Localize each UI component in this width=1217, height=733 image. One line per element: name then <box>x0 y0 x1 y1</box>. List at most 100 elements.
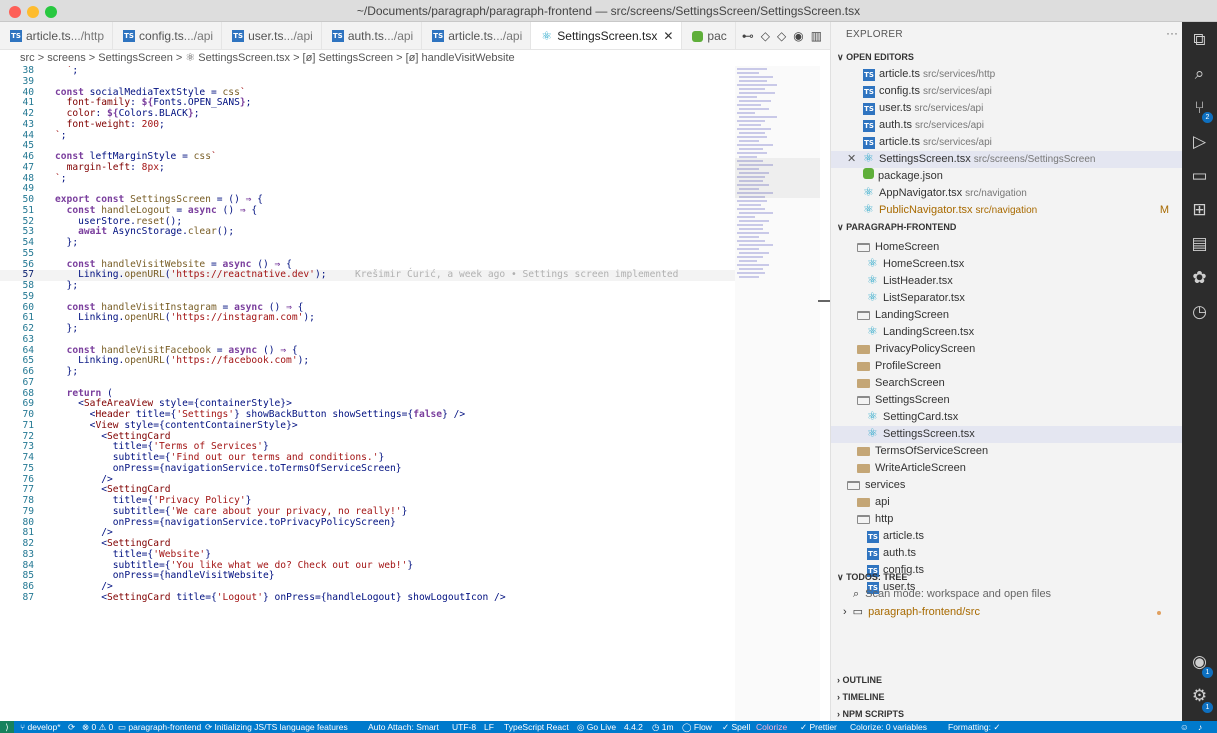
file-tree-item[interactable]: ⚛ SettingCard.tsx <box>831 409 1182 426</box>
open-editor-item[interactable]: TS config.ts src/services/api <box>831 83 1182 100</box>
editor-tab[interactable]: TS config.ts .../api <box>113 22 223 49</box>
breadcrumb[interactable]: src > screens > SettingsScreen > ⚛ Setti… <box>0 50 830 66</box>
file-tree-item[interactable]: http <box>831 511 1182 528</box>
timeline-icon[interactable]: ◷ <box>1182 302 1217 322</box>
open-editor-item[interactable]: ⚛ SettingsScreen.tsx src/screens/SettingsS… <box>831 151 1182 168</box>
go-live-button[interactable]: ◎ Go Live <box>577 721 616 733</box>
file-tree-item[interactable]: TS auth.ts <box>831 545 1182 562</box>
todos-root-item[interactable]: › ▭ paragraph-frontend/src <box>831 604 1182 621</box>
manage-gear-icon[interactable]: ⚙ <box>1182 686 1217 706</box>
sync-button[interactable]: ⟳ <box>68 721 75 733</box>
feedback-icon[interactable]: ☺ <box>1180 721 1189 733</box>
file-tree-item[interactable]: services <box>831 477 1182 494</box>
code-line[interactable]: 53 await AsyncStorage.clear(); <box>0 226 735 238</box>
file-tree-item[interactable]: ⚛ LandingScreen.tsx <box>831 324 1182 341</box>
typescript-version[interactable]: 4.4.2 <box>624 721 643 733</box>
git-branch[interactable]: ⑂ develop* <box>20 721 61 733</box>
split-editor-icon[interactable]: ▥ <box>811 29 822 43</box>
time-tracker[interactable]: ◷ 1m <box>652 721 674 733</box>
editor-tab[interactable]: pac <box>682 22 736 49</box>
colorize-variables-status[interactable]: Colorize: 0 variables <box>850 721 927 733</box>
todos-header[interactable]: ∨ TODOS: TREE <box>831 569 1182 585</box>
file-tree-item[interactable]: TermsOfServiceScreen <box>831 443 1182 460</box>
npm-scripts-header[interactable]: › NPM SCRIPTS <box>831 706 1182 721</box>
file-tree-item[interactable]: PrivacyPolicyScreen <box>831 341 1182 358</box>
code-line[interactable]: 62 }; <box>0 323 735 335</box>
code-editor[interactable]: 38 `; 39 40 const socialMediaTextStyle = cs… <box>0 66 735 721</box>
problems-indicator[interactable]: ⊗ 0 ⚠ 0 <box>82 721 113 733</box>
code-line[interactable]: 66 }; <box>0 366 735 378</box>
editor-tab[interactable]: TS article.ts .../api <box>422 22 532 49</box>
flow-status[interactable]: ◯ Flow <box>682 721 712 733</box>
open-editor-item[interactable]: ⚛ AppNavigator.tsx src/navigation <box>831 185 1182 202</box>
open-editor-item[interactable]: TS user.ts src/services/api <box>831 100 1182 117</box>
open-editor-item[interactable]: TS article.ts src/services/http <box>831 66 1182 83</box>
code-line[interactable]: 48 `; <box>0 173 735 185</box>
next-change-icon[interactable]: ◇ <box>777 29 786 43</box>
prettier-status[interactable]: ✓ Prettier <box>800 721 837 733</box>
file-tree-item[interactable]: ⚛ ListSeparator.tsx <box>831 290 1182 307</box>
paw-icon[interactable]: ✿ <box>1182 268 1217 288</box>
explorer-more-actions-icon[interactable]: ··· <box>1166 26 1178 40</box>
code-line[interactable]: 57 Linking.openURL('https://reactnative.… <box>0 269 735 281</box>
code-line[interactable]: 38 `; <box>0 66 735 77</box>
code-line[interactable]: 44 `; <box>0 130 735 142</box>
file-tree-item[interactable]: ⚛ SettingsScreen.tsx <box>831 426 1182 443</box>
minimap[interactable] <box>735 66 820 721</box>
file-tree-item[interactable]: api <box>831 494 1182 511</box>
colorize-status[interactable]: Colorize <box>756 721 787 733</box>
file-tree-item[interactable]: ⚛ ListHeader.tsx <box>831 273 1182 290</box>
file-tree-item[interactable]: HomeScreen <box>831 239 1182 256</box>
language-mode[interactable]: TypeScript React <box>504 721 569 733</box>
notifications-icon[interactable]: ♪ <box>1198 721 1202 733</box>
code-line[interactable]: 61 Linking.openURL('https://instagram.co… <box>0 312 735 324</box>
code-line[interactable]: 54 }; <box>0 237 735 249</box>
eol-status[interactable]: LF <box>484 721 494 733</box>
compare-changes-icon[interactable]: ⊷ <box>742 29 754 43</box>
formatting-status[interactable]: Formatting: ✓ <box>948 721 1000 733</box>
code-line[interactable]: 67 <box>0 377 735 389</box>
extensions-icon[interactable]: ⊞ <box>1182 200 1217 220</box>
open-changes-icon[interactable]: ◉ <box>793 29 803 43</box>
code-line[interactable]: 75 onPress={navigationService.toTermsOfS… <box>0 463 735 475</box>
open-editor-item[interactable]: package.json <box>831 168 1182 185</box>
code-line[interactable]: 43 font-weight: 200; <box>0 119 735 131</box>
timeline-header[interactable]: › TIMELINE <box>831 689 1182 705</box>
editor-tab[interactable]: TS auth.ts .../api <box>322 22 423 49</box>
file-tree-item[interactable]: WriteArticleScreen <box>831 460 1182 477</box>
spell-status[interactable]: ✓ Spell <box>722 721 750 733</box>
file-tree-item[interactable]: LandingScreen <box>831 307 1182 324</box>
close-editor-icon[interactable]: ✕ <box>847 151 856 168</box>
file-tree-item[interactable]: SettingsScreen <box>831 392 1182 409</box>
remote-indicator-icon[interactable]: ⟩ <box>0 721 14 733</box>
outline-header[interactable]: › OUTLINE <box>831 672 1182 688</box>
file-tree-item[interactable]: ProfileScreen <box>831 358 1182 375</box>
open-editor-item[interactable]: TS auth.ts src/services/api <box>831 117 1182 134</box>
code-line[interactable]: 47 margin-left: 8px; <box>0 162 735 174</box>
file-tree-item[interactable]: SearchScreen <box>831 375 1182 392</box>
code-line[interactable]: 87 <SettingCard title={'Logout'} onPress… <box>0 592 735 604</box>
code-line[interactable]: 65 Linking.openURL('https://facebook.com… <box>0 355 735 367</box>
open-editor-item[interactable]: ⚛ PublicNavigator.tsx src/navigation M <box>831 202 1182 219</box>
project-header[interactable]: ∨ PARAGRAPH-FRONTEND <box>831 219 1182 235</box>
search-icon[interactable]: ⌕ <box>1182 64 1217 84</box>
file-tree-item[interactable]: TS article.ts <box>831 528 1182 545</box>
todos-scan-mode[interactable]: ⌕ Scan mode: workspace and open files <box>831 586 1182 603</box>
remote-explorer-icon[interactable]: ▭ <box>1182 166 1217 186</box>
encoding-status[interactable]: UTF-8 <box>452 721 476 733</box>
code-line[interactable]: 51 const handleLogout = async () ⇒ { <box>0 205 735 217</box>
workspace-folder[interactable]: ▭ paragraph-frontend <box>118 721 201 733</box>
auto-attach-status[interactable]: Auto Attach: Smart <box>368 721 439 733</box>
code-line[interactable]: 39 <box>0 76 735 88</box>
code-line[interactable]: 58 }; <box>0 280 735 292</box>
open-editor-item[interactable]: TS article.ts src/services/api <box>831 134 1182 151</box>
explorer-files-icon[interactable]: ⧉ <box>1182 30 1217 50</box>
close-tab-icon[interactable]: ✕ <box>663 29 673 43</box>
open-editors-header[interactable]: ∨ OPEN EDITORS <box>831 49 1182 65</box>
folder-icon[interactable]: ▤ <box>1182 234 1217 254</box>
previous-change-icon[interactable]: ◇ <box>761 29 770 43</box>
editor-tab[interactable]: TS article.ts .../http <box>0 22 114 49</box>
editor-tab[interactable]: TS user.ts .../api <box>222 22 322 49</box>
run-debug-icon[interactable]: ▷ <box>1182 132 1217 152</box>
editor-tab[interactable]: ⚛ SettingsScreen.tsx ✕ <box>531 22 683 49</box>
